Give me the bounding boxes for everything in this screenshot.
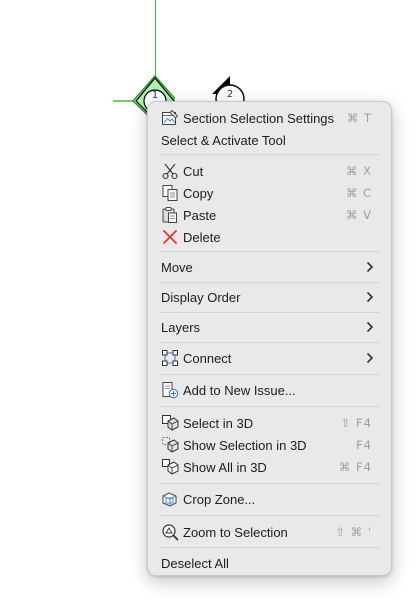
delete-x-icon	[161, 228, 179, 246]
chevron-right-icon	[365, 261, 375, 273]
menu-item-label: Show All in 3D	[183, 459, 267, 475]
shortcut-label: ⌘ F4	[338, 460, 372, 474]
menu-item-label: Crop Zone...	[183, 491, 256, 507]
zoom-selection-icon	[161, 523, 179, 541]
menu-item-label: Cut	[183, 163, 204, 179]
menu-item-connect[interactable]: Connect	[154, 347, 385, 369]
menu-item-label: Show Selection in 3D	[183, 437, 307, 453]
menu-item-label: Paste	[183, 207, 217, 223]
menu-item-move[interactable]: Move	[154, 256, 385, 278]
show-selection-3d-icon	[161, 436, 179, 454]
menu-item-label: Section Selection Settings	[183, 110, 335, 126]
menu-item-label: Layers	[161, 319, 201, 335]
menu-item-label: Delete	[183, 229, 221, 245]
marker-1-number: 1	[151, 90, 159, 101]
menu-item-zoom-to-selection[interactable]: Zoom to Selection ⇧ ⌘ '	[154, 521, 385, 543]
menu-item-crop-zone[interactable]: Crop Zone...	[154, 488, 385, 510]
menu-separator	[160, 374, 379, 375]
menu-separator	[160, 342, 379, 343]
menu-item-label: Connect	[183, 350, 232, 366]
menu-item-copy[interactable]: Copy ⌘ C	[154, 182, 385, 204]
menu-item-section-selection-settings[interactable]: Section Selection Settings ⌘ T	[154, 107, 385, 129]
menu-separator	[160, 483, 379, 484]
marker-2-number: 2	[226, 89, 234, 100]
menu-separator	[160, 406, 379, 407]
crop-zone-icon	[161, 490, 179, 508]
menu-separator	[160, 282, 379, 283]
menu-item-add-to-new-issue[interactable]: Add to New Issue...	[154, 379, 385, 401]
menu-item-paste[interactable]: Paste ⌘ V	[154, 204, 385, 226]
show-all-3d-icon	[161, 458, 179, 476]
scissors-icon	[161, 162, 179, 180]
menu-item-show-all-in-3d[interactable]: Show All in 3D ⌘ F4	[154, 456, 385, 478]
menu-item-label: Deselect All	[161, 555, 229, 571]
copy-icon	[161, 184, 179, 202]
add-issue-icon	[161, 381, 179, 399]
clipboard-icon	[161, 206, 179, 224]
shortcut-label: ⌘ X	[345, 164, 372, 178]
menu-item-delete[interactable]: Delete	[154, 226, 385, 248]
menu-separator	[160, 154, 379, 155]
menu-item-label: Select in 3D	[183, 415, 254, 431]
menu-item-label: Move	[161, 259, 193, 275]
chevron-right-icon	[365, 321, 375, 333]
menu-item-label: Copy	[183, 185, 214, 201]
shortcut-label: F4	[356, 438, 372, 452]
select-3d-icon	[161, 414, 179, 432]
shortcut-label: ⇧ F4	[340, 416, 372, 430]
section-settings-icon	[161, 109, 179, 127]
shortcut-label: ⌘ T	[346, 111, 372, 125]
shortcut-label: ⌘ V	[345, 208, 372, 222]
menu-separator	[160, 312, 379, 313]
chevron-right-icon	[365, 291, 375, 303]
connect-icon	[161, 349, 179, 367]
menu-item-label: Display Order	[161, 289, 241, 305]
menu-item-display-order[interactable]: Display Order	[154, 286, 385, 308]
menu-separator	[160, 547, 379, 548]
menu-item-select-in-3d[interactable]: Select in 3D ⇧ F4	[154, 412, 385, 434]
menu-item-select-activate-tool[interactable]: Select & Activate Tool	[154, 129, 385, 151]
menu-separator	[160, 515, 379, 516]
menu-item-label: Select & Activate Tool	[161, 132, 286, 148]
menu-item-layers[interactable]: Layers	[154, 316, 385, 338]
menu-item-label: Zoom to Selection	[183, 524, 288, 540]
menu-item-cut[interactable]: Cut ⌘ X	[154, 160, 385, 182]
menu-separator	[160, 251, 379, 252]
chevron-right-icon	[365, 352, 375, 364]
context-menu: Section Selection Settings ⌘ T Select & …	[147, 101, 392, 576]
menu-item-label: Add to New Issue...	[183, 382, 296, 398]
shortcut-label: ⇧ ⌘ '	[335, 525, 372, 539]
menu-item-show-selection-in-3d[interactable]: Show Selection in 3D F4	[154, 434, 385, 456]
shortcut-label: ⌘ C	[345, 186, 372, 200]
menu-item-deselect-all[interactable]: Deselect All	[154, 552, 385, 574]
